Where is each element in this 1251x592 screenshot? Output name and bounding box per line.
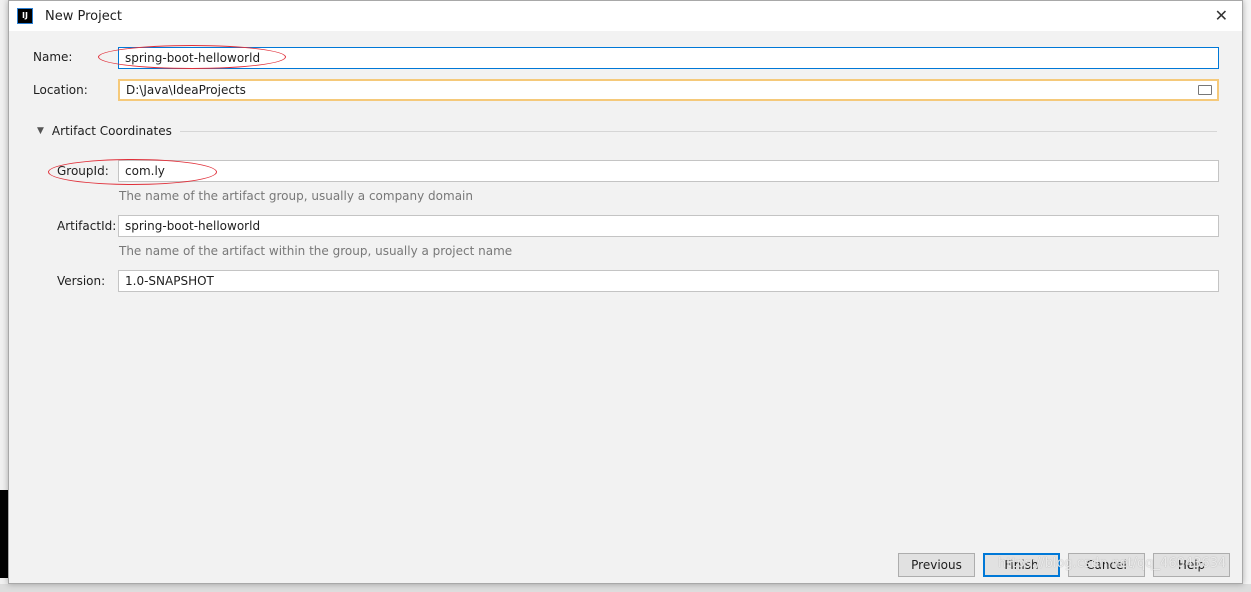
- artifactid-input[interactable]: spring-boot-helloworld: [118, 215, 1219, 237]
- annotation-ellipse: [48, 159, 217, 185]
- background-block: [0, 490, 8, 578]
- location-input[interactable]: D:\Java\IdeaProjects: [118, 79, 1219, 101]
- title-bar: IJ New Project ✕: [9, 1, 1242, 31]
- help-button[interactable]: Help: [1153, 553, 1230, 577]
- version-label: Version:: [57, 274, 106, 288]
- dialog-title: New Project: [45, 8, 122, 24]
- section-divider: [179, 130, 1217, 132]
- artifactid-label: ArtifactId:: [57, 219, 117, 233]
- location-label: Location:: [33, 83, 88, 97]
- new-project-dialog: IJ New Project ✕ Name: spring-boot-hello…: [8, 0, 1243, 584]
- collapse-triangle-icon[interactable]: ▼: [37, 126, 44, 136]
- previous-button[interactable]: Previous: [898, 553, 975, 577]
- cancel-button[interactable]: Cancel: [1068, 553, 1145, 577]
- artifact-coordinates-section[interactable]: ▼ Artifact Coordinates: [37, 124, 1217, 138]
- close-icon[interactable]: ✕: [1215, 6, 1228, 25]
- background-window-left: [0, 0, 8, 592]
- artifactid-hint: The name of the artifact within the grou…: [119, 244, 513, 258]
- browse-folder-icon[interactable]: [1198, 85, 1212, 95]
- background-window-right: [1242, 0, 1251, 592]
- finish-button[interactable]: Finish: [983, 553, 1060, 577]
- version-input[interactable]: 1.0-SNAPSHOT: [118, 270, 1219, 292]
- intellij-logo-icon: IJ: [17, 8, 33, 24]
- background-taskbar: [0, 584, 1251, 592]
- groupid-input[interactable]: com.ly: [118, 160, 1219, 182]
- annotation-ellipse: [98, 45, 286, 69]
- section-title: Artifact Coordinates: [51, 124, 172, 138]
- location-value: D:\Java\IdeaProjects: [126, 83, 246, 97]
- groupid-hint: The name of the artifact group, usually …: [119, 189, 473, 203]
- name-label: Name:: [33, 50, 73, 64]
